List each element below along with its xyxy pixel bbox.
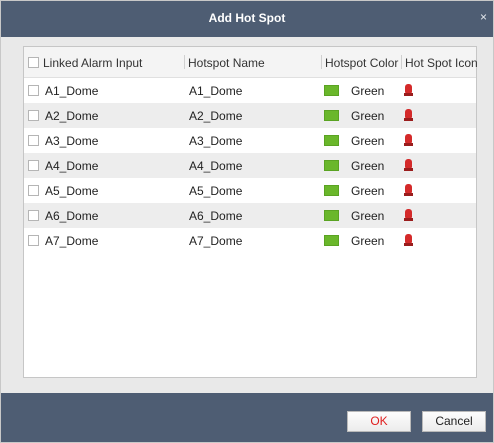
hotspot-color-label: Green [351, 234, 385, 248]
alarm-light-icon[interactable] [404, 109, 413, 121]
table-row[interactable]: A3_Dome A3_Dome Green [24, 128, 476, 153]
hotspot-name-cell[interactable]: A6_Dome [189, 209, 242, 223]
row-checkbox[interactable] [28, 210, 39, 221]
hotspot-color-swatch[interactable] [324, 135, 339, 146]
alarm-light-icon[interactable] [404, 209, 413, 221]
alarm-light-icon[interactable] [404, 159, 413, 171]
row-checkbox[interactable] [28, 135, 39, 146]
column-divider[interactable] [184, 55, 185, 69]
alarm-input-cell: A2_Dome [45, 109, 99, 123]
row-checkbox[interactable] [28, 110, 39, 121]
column-header-hotspot-name[interactable]: Hotspot Name [188, 56, 265, 70]
hotspot-color-label: Green [351, 209, 385, 223]
alarm-light-icon[interactable] [404, 84, 413, 96]
alarm-light-icon[interactable] [404, 184, 413, 196]
hotspot-name-cell[interactable]: A2_Dome [189, 109, 242, 123]
hotspot-name-cell[interactable]: A7_Dome [189, 234, 242, 248]
column-divider[interactable] [401, 55, 402, 69]
table-header: Linked Alarm Input Hotspot Name Hotspot … [24, 47, 478, 78]
row-checkbox[interactable] [28, 85, 39, 96]
hotspot-color-swatch[interactable] [324, 185, 339, 196]
hotspot-color-label: Green [351, 84, 385, 98]
hotspot-name-cell[interactable]: A5_Dome [189, 184, 242, 198]
hotspot-name-cell[interactable]: A4_Dome [189, 159, 242, 173]
hotspot-name-cell[interactable]: A1_Dome [189, 84, 242, 98]
table-row[interactable]: A7_Dome A7_Dome Green [24, 228, 476, 253]
dialog-footer: OK Cancel [1, 393, 493, 442]
hotspot-table: Linked Alarm Input Hotspot Name Hotspot … [23, 46, 478, 378]
alarm-input-cell: A5_Dome [45, 184, 99, 198]
hotspot-color-swatch[interactable] [324, 85, 339, 96]
alarm-input-cell: A6_Dome [45, 209, 99, 223]
add-hot-spot-dialog: Add Hot Spot × Linked Alarm Input Hotspo… [0, 0, 494, 443]
row-checkbox[interactable] [28, 235, 39, 246]
hotspot-color-swatch[interactable] [324, 110, 339, 121]
hotspot-color-swatch[interactable] [324, 160, 339, 171]
hotspot-color-label: Green [351, 184, 385, 198]
table-row[interactable]: A1_Dome A1_Dome Green [24, 78, 476, 103]
dialog-titlebar: Add Hot Spot × [1, 1, 493, 37]
hotspot-color-swatch[interactable] [324, 235, 339, 246]
dialog-title: Add Hot Spot [208, 11, 286, 25]
column-divider[interactable] [321, 55, 322, 69]
column-header-linked-alarm-input[interactable]: Linked Alarm Input [43, 56, 142, 70]
table-row[interactable]: A5_Dome A5_Dome Green [24, 178, 476, 203]
alarm-input-cell: A7_Dome [45, 234, 99, 248]
close-icon[interactable]: × [480, 10, 487, 24]
alarm-light-icon[interactable] [404, 134, 413, 146]
hotspot-color-swatch[interactable] [324, 210, 339, 221]
hotspot-name-cell[interactable]: A3_Dome [189, 134, 242, 148]
table-row[interactable]: A4_Dome A4_Dome Green [24, 153, 476, 178]
select-all-checkbox[interactable] [28, 57, 39, 68]
column-header-hotspot-color[interactable]: Hotspot Color [325, 56, 398, 70]
hotspot-color-label: Green [351, 134, 385, 148]
alarm-input-cell: A3_Dome [45, 134, 99, 148]
row-checkbox[interactable] [28, 160, 39, 171]
alarm-input-cell: A4_Dome [45, 159, 99, 173]
cancel-button[interactable]: Cancel [422, 411, 486, 432]
hotspot-color-label: Green [351, 159, 385, 173]
row-checkbox[interactable] [28, 185, 39, 196]
column-header-hotspot-icon[interactable]: Hot Spot Icon [405, 56, 478, 70]
ok-button[interactable]: OK [347, 411, 411, 432]
hotspot-color-label: Green [351, 109, 385, 123]
alarm-light-icon[interactable] [404, 234, 413, 246]
alarm-input-cell: A1_Dome [45, 84, 99, 98]
table-row[interactable]: A6_Dome A6_Dome Green [24, 203, 476, 228]
table-row[interactable]: A2_Dome A2_Dome Green [24, 103, 476, 128]
